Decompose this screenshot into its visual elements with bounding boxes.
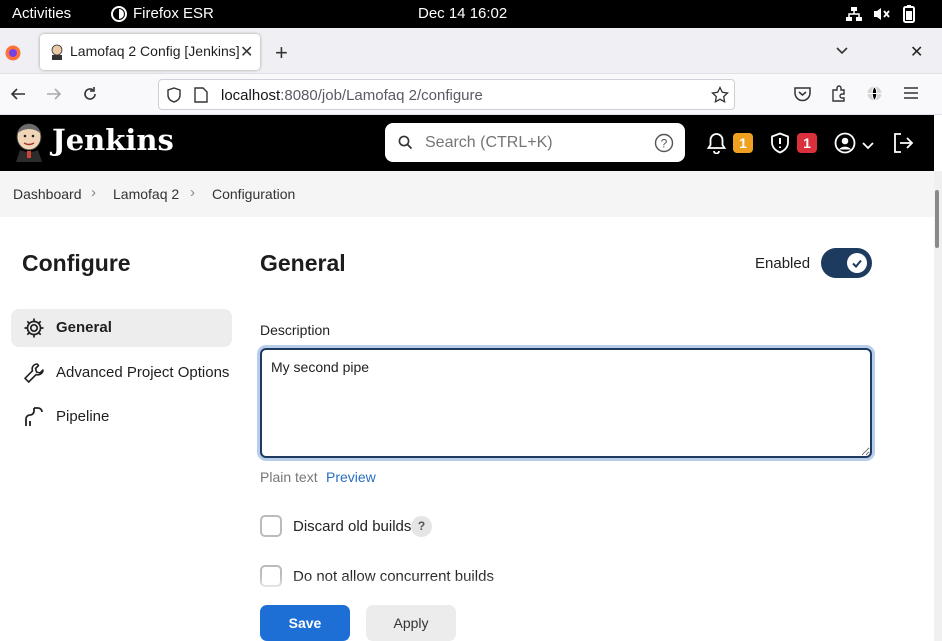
tab-title: Lamofaq 2 Config [Jenkins]: [70, 43, 240, 59]
logout-icon[interactable]: [892, 132, 914, 159]
search-help-icon[interactable]: ?: [654, 133, 674, 158]
close-tab-icon[interactable]: ✕: [240, 42, 253, 62]
pocket-icon[interactable]: [794, 86, 811, 107]
firefox-view-icon[interactable]: [5, 45, 21, 66]
concurrent-builds-checkbox[interactable]: [260, 565, 282, 587]
sidebar-item-pipeline[interactable]: Pipeline: [11, 398, 232, 436]
chevron-right-icon: ›: [91, 184, 96, 201]
enabled-label: Enabled: [755, 255, 811, 272]
search-icon: [398, 135, 413, 155]
description-label: Description: [260, 322, 331, 338]
chevron-right-icon: ›: [190, 184, 195, 201]
notifications-bell-icon[interactable]: [706, 132, 727, 159]
sidebar-item-label: General: [56, 319, 112, 336]
scrollbar-thumb[interactable]: [935, 190, 939, 248]
apply-button[interactable]: Apply: [366, 605, 456, 641]
new-tab-button[interactable]: +: [275, 40, 288, 66]
discard-old-builds-label[interactable]: Discard old builds: [293, 518, 411, 535]
notifications-badge[interactable]: 1: [733, 133, 753, 153]
sidebar-item-advanced-project-options[interactable]: Advanced Project Options: [11, 354, 232, 392]
pipeline-icon: [25, 407, 43, 426]
jenkins-favicon: [49, 44, 65, 65]
site-info-shield-icon[interactable]: [166, 87, 182, 108]
jenkins-search-box[interactable]: ?: [385, 123, 685, 162]
page-icon[interactable]: [194, 87, 208, 108]
globe-icon[interactable]: [866, 85, 883, 107]
bookmark-star-icon[interactable]: [711, 85, 729, 109]
concurrent-builds-label[interactable]: Do not allow concurrent builds: [293, 568, 494, 585]
breadcrumb-dashboard[interactable]: Dashboard: [13, 186, 82, 202]
system-top-bar: Activities Firefox ESR Dec 14 16:02: [0, 0, 942, 28]
wrench-icon: [24, 363, 44, 383]
breadcrumb-configuration[interactable]: Configuration: [212, 186, 295, 202]
forward-button[interactable]: [46, 86, 62, 107]
user-account-icon[interactable]: [834, 132, 856, 159]
app-menu[interactable]: Firefox ESR: [133, 5, 214, 22]
section-title-general: General: [260, 250, 346, 276]
sidebar-item-label: Advanced Project Options: [56, 364, 230, 381]
sidebar-heading: Configure: [22, 250, 131, 276]
back-button[interactable]: [10, 86, 26, 107]
svg-text:?: ?: [661, 137, 668, 151]
battery-icon[interactable]: [903, 5, 915, 27]
plain-text-label: Plain text: [260, 469, 318, 485]
reload-button[interactable]: [82, 86, 98, 107]
list-all-tabs-icon[interactable]: [835, 44, 849, 63]
security-shield-icon[interactable]: [769, 132, 791, 159]
clock[interactable]: Dec 14 16:02: [418, 5, 507, 22]
url-path: :8080/job/Lamofaq 2/configure: [280, 87, 483, 104]
toggle-knob: [847, 253, 867, 273]
security-badge[interactable]: 1: [797, 133, 817, 153]
sidebar-item-label: Pipeline: [56, 408, 110, 425]
url-text: localhost:8080/job/Lamofaq 2/configure: [221, 87, 483, 104]
enabled-toggle[interactable]: [821, 248, 872, 278]
save-button[interactable]: Save: [260, 605, 350, 641]
app-menu-hamburger-icon[interactable]: [903, 86, 919, 105]
browser-tab-active[interactable]: Lamofaq 2 Config [Jenkins] ✕: [40, 34, 260, 70]
volume-muted-icon[interactable]: [873, 6, 890, 26]
breadcrumb-job[interactable]: Lamofaq 2: [113, 186, 179, 202]
jenkins-logo-icon[interactable]: [12, 122, 46, 167]
description-field[interactable]: My second pipe: [260, 348, 872, 458]
gear-icon: [24, 318, 44, 338]
discard-old-builds-checkbox[interactable]: [260, 515, 282, 537]
extensions-icon[interactable]: [831, 85, 848, 107]
user-menu-chevron-down-icon[interactable]: [862, 138, 874, 156]
address-bar[interactable]: localhost:8080/job/Lamofaq 2/configure: [158, 79, 735, 110]
url-host: localhost: [221, 87, 281, 104]
jenkins-brand[interactable]: Jenkins: [52, 123, 174, 157]
firefox-app-icon: [111, 6, 127, 26]
preview-link[interactable]: Preview: [326, 469, 376, 485]
activities-button[interactable]: Activities: [12, 5, 71, 22]
network-icon[interactable]: [846, 6, 862, 26]
sidebar-item-general[interactable]: General: [11, 309, 232, 347]
close-window-icon[interactable]: ✕: [910, 42, 923, 62]
search-input[interactable]: [425, 131, 635, 155]
help-icon[interactable]: ?: [411, 516, 432, 537]
checkmark-icon: [852, 259, 862, 268]
